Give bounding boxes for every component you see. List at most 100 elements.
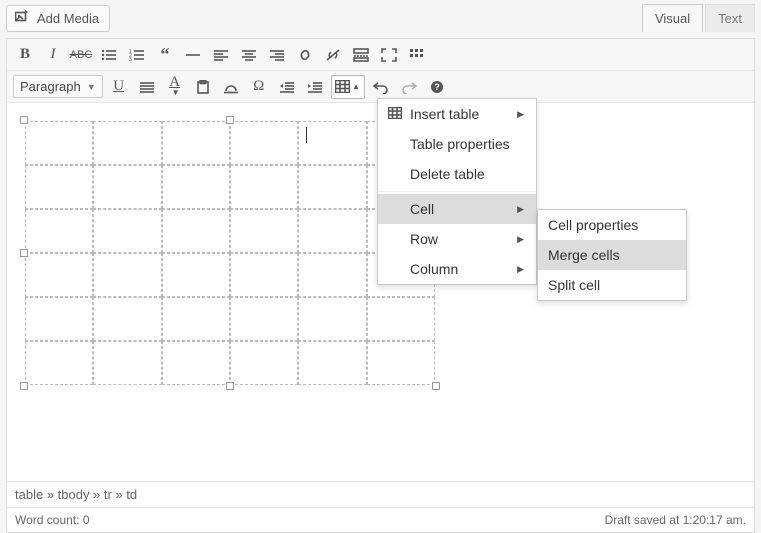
menu-item-cell[interactable]: Cell ▶ bbox=[378, 194, 536, 224]
table-cell[interactable] bbox=[93, 165, 161, 209]
table-cell[interactable] bbox=[162, 297, 230, 341]
menu-item-delete-table[interactable]: Delete table bbox=[378, 159, 536, 189]
bold-button[interactable]: B bbox=[13, 43, 37, 67]
table-cell[interactable] bbox=[230, 341, 298, 385]
table-cell[interactable] bbox=[298, 341, 366, 385]
table-cell[interactable] bbox=[367, 341, 435, 385]
align-center-button[interactable] bbox=[237, 43, 261, 67]
table-cell[interactable] bbox=[230, 121, 298, 165]
table-cell[interactable] bbox=[25, 209, 93, 253]
table-menu: Insert table ▶ Table properties Delete t… bbox=[377, 98, 537, 285]
menu-item-split-cell[interactable]: Split cell bbox=[538, 270, 686, 300]
table-cell[interactable] bbox=[230, 165, 298, 209]
table-cell[interactable] bbox=[93, 297, 161, 341]
strikethrough-button[interactable]: ABC bbox=[69, 43, 93, 67]
table-cell[interactable] bbox=[93, 253, 161, 297]
chevron-right-icon: ▶ bbox=[517, 234, 524, 245]
align-right-button[interactable] bbox=[265, 43, 289, 67]
element-path[interactable]: table » tbody » tr » td bbox=[7, 481, 754, 507]
italic-button[interactable]: I bbox=[41, 43, 65, 67]
underline-button[interactable]: U bbox=[107, 75, 131, 99]
table-cell[interactable] bbox=[162, 209, 230, 253]
resize-handle-se[interactable] bbox=[432, 382, 440, 390]
format-select-label: Paragraph bbox=[20, 79, 81, 94]
wp-editor: B I ABC 123 “ Paragraph ▼ U A▼ Ω ▲ bbox=[6, 38, 755, 533]
table-cell[interactable] bbox=[162, 253, 230, 297]
resize-handle-n[interactable] bbox=[226, 116, 234, 124]
tab-text[interactable]: Text bbox=[705, 4, 755, 32]
chevron-right-icon: ▶ bbox=[517, 109, 524, 120]
chevron-right-icon: ▶ bbox=[517, 204, 524, 215]
table-icon bbox=[388, 106, 402, 122]
table-cell[interactable] bbox=[93, 209, 161, 253]
paste-text-button[interactable] bbox=[191, 75, 215, 99]
table-cell[interactable] bbox=[25, 341, 93, 385]
special-character-button[interactable]: Ω bbox=[247, 75, 271, 99]
table-cell[interactable] bbox=[162, 341, 230, 385]
menu-item-row[interactable]: Row ▶ bbox=[378, 224, 536, 254]
caret-up-icon: ▲ bbox=[352, 82, 360, 91]
cell-submenu: Cell properties Merge cells Split cell bbox=[537, 209, 687, 301]
table-cell[interactable] bbox=[25, 297, 93, 341]
outdent-button[interactable] bbox=[275, 75, 299, 99]
editor-canvas[interactable]: Insert table ▶ Table properties Delete t… bbox=[7, 103, 754, 481]
resize-handle-s[interactable] bbox=[226, 382, 234, 390]
svg-text:3: 3 bbox=[129, 57, 132, 62]
menu-separator bbox=[378, 191, 536, 192]
table-cell[interactable] bbox=[162, 121, 230, 165]
help-button[interactable]: ? bbox=[425, 75, 449, 99]
justify-full-button[interactable] bbox=[135, 75, 159, 99]
table-cell[interactable] bbox=[230, 297, 298, 341]
distraction-free-button[interactable] bbox=[377, 43, 401, 67]
resize-handle-nw[interactable] bbox=[20, 116, 28, 124]
blockquote-button[interactable]: “ bbox=[153, 43, 177, 67]
table-button[interactable]: ▲ bbox=[331, 75, 365, 99]
table-cell[interactable] bbox=[162, 165, 230, 209]
table-cell[interactable] bbox=[230, 253, 298, 297]
remove-link-button[interactable] bbox=[321, 43, 345, 67]
media-icon bbox=[15, 10, 31, 27]
align-left-button[interactable] bbox=[209, 43, 233, 67]
table-cell[interactable] bbox=[93, 121, 161, 165]
redo-button[interactable] bbox=[397, 75, 421, 99]
undo-button[interactable] bbox=[369, 75, 393, 99]
table-cell[interactable] bbox=[230, 209, 298, 253]
text-caret bbox=[306, 127, 307, 143]
table-cell[interactable] bbox=[25, 121, 93, 165]
table-cell[interactable] bbox=[25, 253, 93, 297]
chevron-down-icon: ▼ bbox=[87, 82, 96, 92]
table-cell[interactable] bbox=[298, 297, 366, 341]
text-color-button[interactable]: A▼ bbox=[163, 75, 187, 99]
table-cell[interactable] bbox=[298, 165, 366, 209]
format-select[interactable]: Paragraph ▼ bbox=[13, 75, 103, 98]
bulleted-list-button[interactable] bbox=[97, 43, 121, 67]
resize-handle-w[interactable] bbox=[20, 249, 28, 257]
table-cell[interactable] bbox=[298, 209, 366, 253]
insert-link-button[interactable] bbox=[293, 43, 317, 67]
clear-formatting-button[interactable] bbox=[219, 75, 243, 99]
status-bar: Word count: 0 Draft saved at 1:20:17 am. bbox=[7, 507, 754, 532]
resize-handle-sw[interactable] bbox=[20, 382, 28, 390]
add-media-label: Add Media bbox=[37, 11, 99, 26]
table-cell[interactable] bbox=[367, 297, 435, 341]
table-cell[interactable] bbox=[25, 165, 93, 209]
toolbar-toggle-button[interactable] bbox=[405, 43, 429, 67]
wordcount: Word count: 0 bbox=[15, 513, 90, 527]
tab-visual[interactable]: Visual bbox=[642, 4, 703, 32]
table-cell[interactable] bbox=[298, 121, 366, 165]
menu-item-merge-cells[interactable]: Merge cells bbox=[538, 240, 686, 270]
menu-item-insert-table[interactable]: Insert table ▶ bbox=[378, 99, 536, 129]
insert-read-more-button[interactable] bbox=[349, 43, 373, 67]
table-cell[interactable] bbox=[298, 253, 366, 297]
add-media-button[interactable]: Add Media bbox=[6, 5, 110, 32]
table-icon bbox=[335, 80, 350, 93]
numbered-list-button[interactable]: 123 bbox=[125, 43, 149, 67]
horizontal-rule-button[interactable] bbox=[181, 43, 205, 67]
menu-item-column[interactable]: Column ▶ bbox=[378, 254, 536, 284]
inserted-table[interactable] bbox=[25, 121, 435, 385]
indent-button[interactable] bbox=[303, 75, 327, 99]
menu-item-table-properties[interactable]: Table properties bbox=[378, 129, 536, 159]
menu-item-cell-properties[interactable]: Cell properties bbox=[538, 210, 686, 240]
table-cell[interactable] bbox=[93, 341, 161, 385]
autosave-status: Draft saved at 1:20:17 am. bbox=[605, 513, 746, 527]
